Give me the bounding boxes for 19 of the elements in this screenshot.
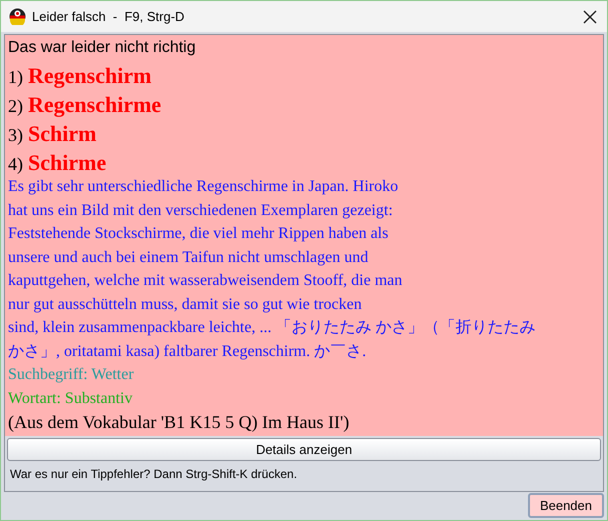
answer-number: 3) [8,124,23,147]
explanation-text: Es gibt sehr unterschiedliche Regenschirme in Japan. Hiroko hat uns ein Bild mit den verschiedenen Exemplaren gezeigt: Feststehende Stockschirme, die viel mehr Rippen haben als unsere und auch bei einem Taifun nicht umschlagen und kaputtgehen, welche mit wasserabweisendem Stooff, die man nur gut ausschütteln muss, damit sie so gut wie trocken sind, klein zusammenpackbare leichte, ... 「おりたたみ かさ」（「折りたたみ かさ」, oritatami kasa) faltbarer Regenschirm. か￣さ. [8,177,536,362]
answer-number: 4) [8,153,23,176]
answer-word: Regenschirme [28,91,162,119]
answer-word: Schirme [28,149,106,177]
message-text: Das war leider nicht richtig [8,38,197,58]
flag-icon [9,8,26,25]
close-icon[interactable] [583,10,597,24]
details-button[interactable]: Details anzeigen [7,438,601,462]
hint-text: War es nur ein Tippfehler? Dann Strg-Shift-K drücken. [9,466,298,483]
search-term: Suchbegriff: Wetter [8,365,135,385]
answer-word: Regenschirm [28,62,152,90]
answer-number: 1) [8,66,23,89]
answer-word: Schirm [28,120,96,148]
answer-number: 2) [8,95,23,118]
window-title: Leider falsch - F9, Strg-D [32,8,184,26]
source-text: (Aus dem Vokabular 'B1 K15 5 Q) Im Haus II') [8,411,350,433]
close-button[interactable]: Beenden [528,493,604,518]
word-type: Wortart: Substantiv [8,389,134,409]
